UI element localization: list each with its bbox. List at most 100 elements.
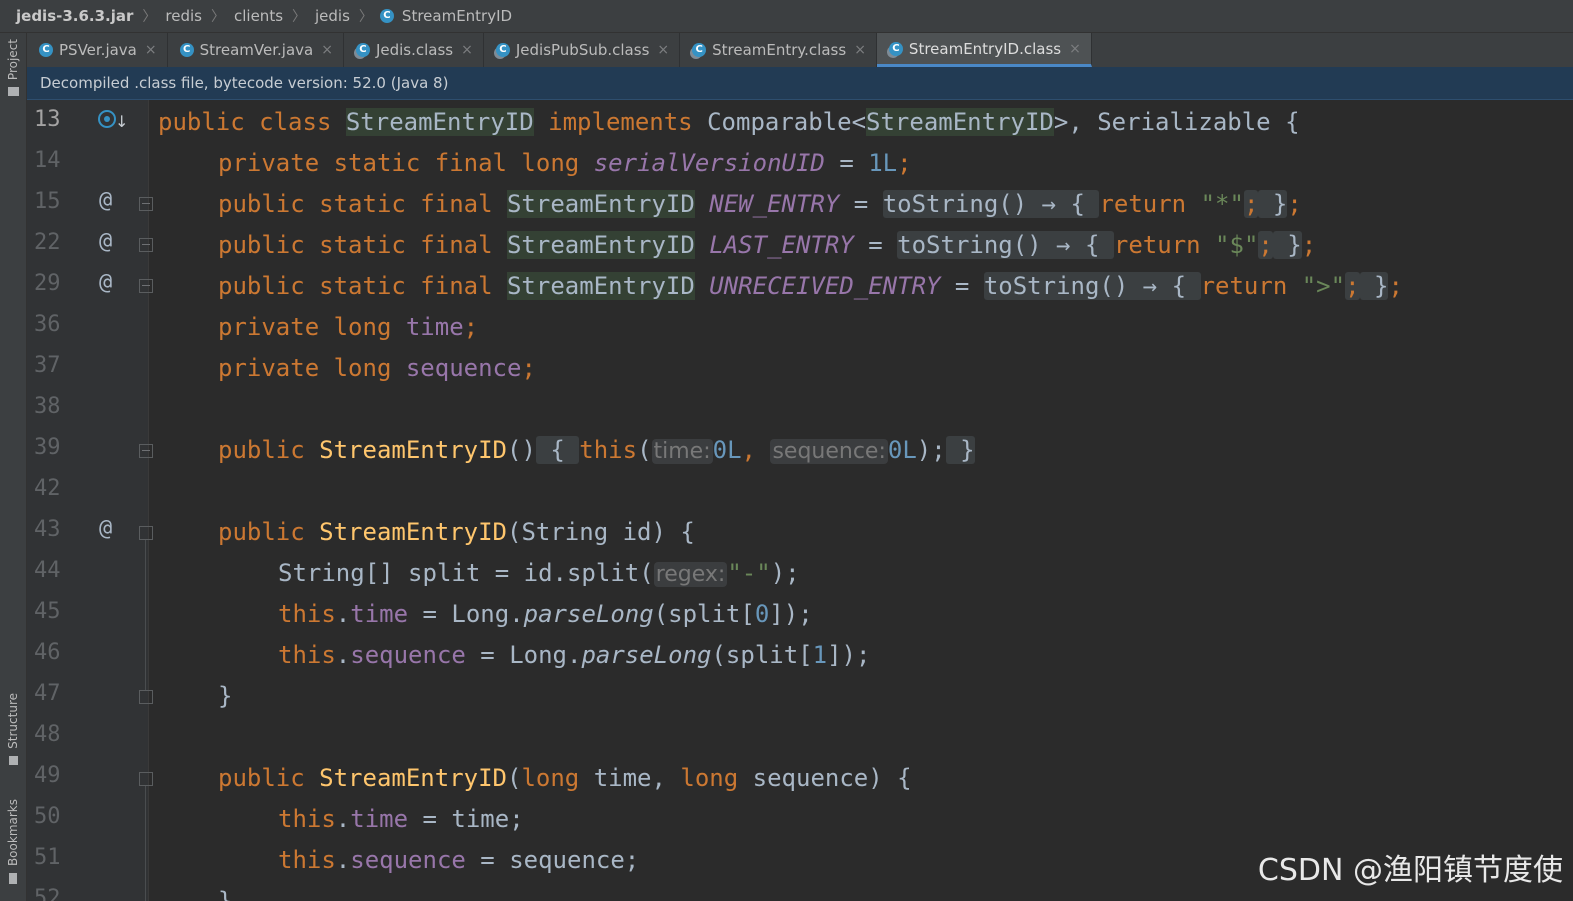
code-line-22: public static final StreamEntryID LAST_E… — [218, 231, 1317, 259]
folder-icon — [7, 87, 19, 97]
line-number: 13 — [34, 107, 61, 132]
close-icon[interactable]: × — [461, 42, 473, 58]
bookmark-icon — [9, 873, 17, 885]
close-icon[interactable]: × — [1069, 41, 1081, 57]
override-marker-icon[interactable]: @ — [99, 270, 112, 295]
breadcrumb-item-clients[interactable]: clients — [232, 7, 285, 25]
tab-jedis-class[interactable]: C Jedis.class × — [344, 33, 484, 67]
code-line-47: } — [218, 682, 233, 710]
tab-psver-java[interactable]: C PSVer.java × — [27, 33, 168, 67]
code-line-36: private long time; — [218, 313, 479, 341]
line-number: 39 — [34, 435, 61, 460]
fold-guide — [145, 786, 146, 901]
line-number: 48 — [34, 722, 61, 747]
fold-collapse-icon[interactable] — [139, 772, 153, 786]
code-area[interactable]: public class StreamEntryID implements Co… — [158, 100, 1573, 901]
bookmarks-label: Bookmarks — [6, 799, 20, 867]
structure-icon — [8, 755, 18, 765]
parameter-hint: regex: — [653, 562, 728, 587]
line-number: 51 — [34, 845, 61, 870]
line-number: 44 — [34, 558, 61, 583]
code-line-15: public static final StreamEntryID NEW_EN… — [218, 190, 1302, 218]
line-number: 22 — [34, 230, 61, 255]
decompiled-notice-bar: Decompiled .class file, bytecode version… — [27, 67, 1573, 100]
line-number: 15 — [34, 189, 61, 214]
line-number: 36 — [34, 312, 61, 337]
line-number: 14 — [34, 148, 61, 173]
code-line-46: this.sequence = Long.parseLong(split[1])… — [278, 641, 871, 669]
class-icon: C — [379, 9, 394, 23]
code-line-43: public StreamEntryID(String id) { — [218, 518, 695, 546]
line-number: 45 — [34, 599, 61, 624]
library-class-icon: C — [888, 41, 903, 56]
library-class-icon: C — [495, 43, 510, 57]
breadcrumb-item-jar[interactable]: jedis-3.6.3.jar — [14, 7, 135, 25]
line-number: 37 — [34, 353, 61, 378]
project-tool-button[interactable]: Project — [2, 39, 24, 97]
line-number: 29 — [34, 271, 61, 296]
tab-label: StreamVer.java — [199, 41, 314, 59]
line-number: 38 — [34, 394, 61, 419]
parameter-hint: time: — [651, 439, 713, 464]
editor-gutter: 13 ↓ 14 15 @ 22 @ 29 @ 36 37 38 39 42 43… — [27, 100, 153, 901]
watermark: CSDN @渔阳镇节度使 — [1257, 853, 1563, 888]
fold-guide — [145, 540, 146, 690]
line-number: 50 — [34, 804, 61, 829]
close-icon[interactable]: × — [854, 42, 866, 58]
fold-end-icon[interactable] — [139, 690, 153, 704]
folded-lambda[interactable]: toString() → { — [882, 190, 1100, 218]
code-line-44: String[] split = id.split(regex:"-"); — [278, 559, 800, 587]
override-marker-icon[interactable]: @ — [99, 229, 112, 254]
close-icon[interactable]: × — [145, 42, 157, 58]
arrow-down-icon: ↓ — [115, 112, 129, 131]
left-tool-stripe: Project Structure Bookmarks — [0, 33, 27, 901]
breadcrumb: jedis-3.6.3.jar 〉 redis 〉 clients 〉 jedi… — [0, 0, 1573, 33]
close-icon[interactable]: × — [657, 42, 669, 58]
fold-collapse-icon[interactable] — [139, 526, 153, 540]
fold-expand-icon[interactable] — [139, 238, 153, 252]
breadcrumb-item-redis[interactable]: redis — [163, 7, 204, 25]
tab-streamver-java[interactable]: C StreamVer.java × — [168, 33, 344, 67]
code-line-13: public class StreamEntryID implements Co… — [158, 108, 1300, 136]
implemented-interface-icon[interactable] — [98, 110, 116, 128]
line-number: 43 — [34, 517, 61, 542]
fold-expand-icon[interactable] — [139, 197, 153, 211]
override-marker-icon[interactable]: @ — [99, 516, 112, 541]
library-class-icon: C — [355, 43, 370, 57]
code-line-51: this.sequence = sequence; — [278, 846, 640, 874]
line-number: 47 — [34, 681, 61, 706]
bookmarks-tool-button[interactable]: Bookmarks — [2, 799, 24, 885]
tab-label: JedisPubSub.class — [515, 41, 650, 59]
code-line-14: private static final long serialVersionU… — [218, 149, 912, 177]
breadcrumb-item-class[interactable]: StreamEntryID — [400, 7, 514, 25]
tab-streamentryid-class[interactable]: C StreamEntryID.class × — [876, 33, 1092, 67]
breadcrumb-separator: 〉 — [211, 9, 225, 25]
line-number: 46 — [34, 640, 61, 665]
line-number: 49 — [34, 763, 61, 788]
tab-jedispubsub-class[interactable]: C JedisPubSub.class × — [484, 33, 681, 67]
class-icon: C — [39, 43, 53, 57]
close-icon[interactable]: × — [321, 42, 333, 58]
line-number: 52 — [34, 886, 61, 901]
fold-expand-icon[interactable] — [139, 279, 153, 293]
structure-tool-button[interactable]: Structure — [2, 693, 24, 765]
code-editor[interactable]: 13 ↓ 14 15 @ 22 @ 29 @ 36 37 38 39 42 43… — [27, 100, 1573, 901]
code-line-52: } — [218, 887, 233, 901]
folded-lambda[interactable]: toString() → { — [897, 231, 1114, 259]
tab-label: StreamEntryID.class — [908, 39, 1062, 58]
code-line-45: this.time = Long.parseLong(split[0]); — [278, 600, 813, 628]
breadcrumb-item-jedis[interactable]: jedis — [313, 7, 352, 25]
code-line-37: private long sequence; — [218, 354, 536, 382]
tab-streamentry-class[interactable]: C StreamEntry.class × — [680, 33, 877, 67]
line-number: 42 — [34, 476, 61, 501]
breadcrumb-separator: 〉 — [142, 9, 157, 25]
breadcrumb-separator: 〉 — [292, 9, 307, 25]
library-class-icon: C — [692, 43, 707, 57]
fold-expand-icon[interactable] — [139, 444, 153, 458]
code-line-50: this.time = time; — [278, 805, 524, 833]
override-marker-icon[interactable]: @ — [99, 188, 112, 213]
folded-lambda[interactable]: toString() → { — [983, 272, 1201, 300]
code-line-29: public static final StreamEntryID UNRECE… — [218, 272, 1403, 300]
editor-tab-bar: C PSVer.java × C StreamVer.java × C Jedi… — [27, 33, 1573, 67]
tab-label: Jedis.class — [375, 41, 454, 59]
